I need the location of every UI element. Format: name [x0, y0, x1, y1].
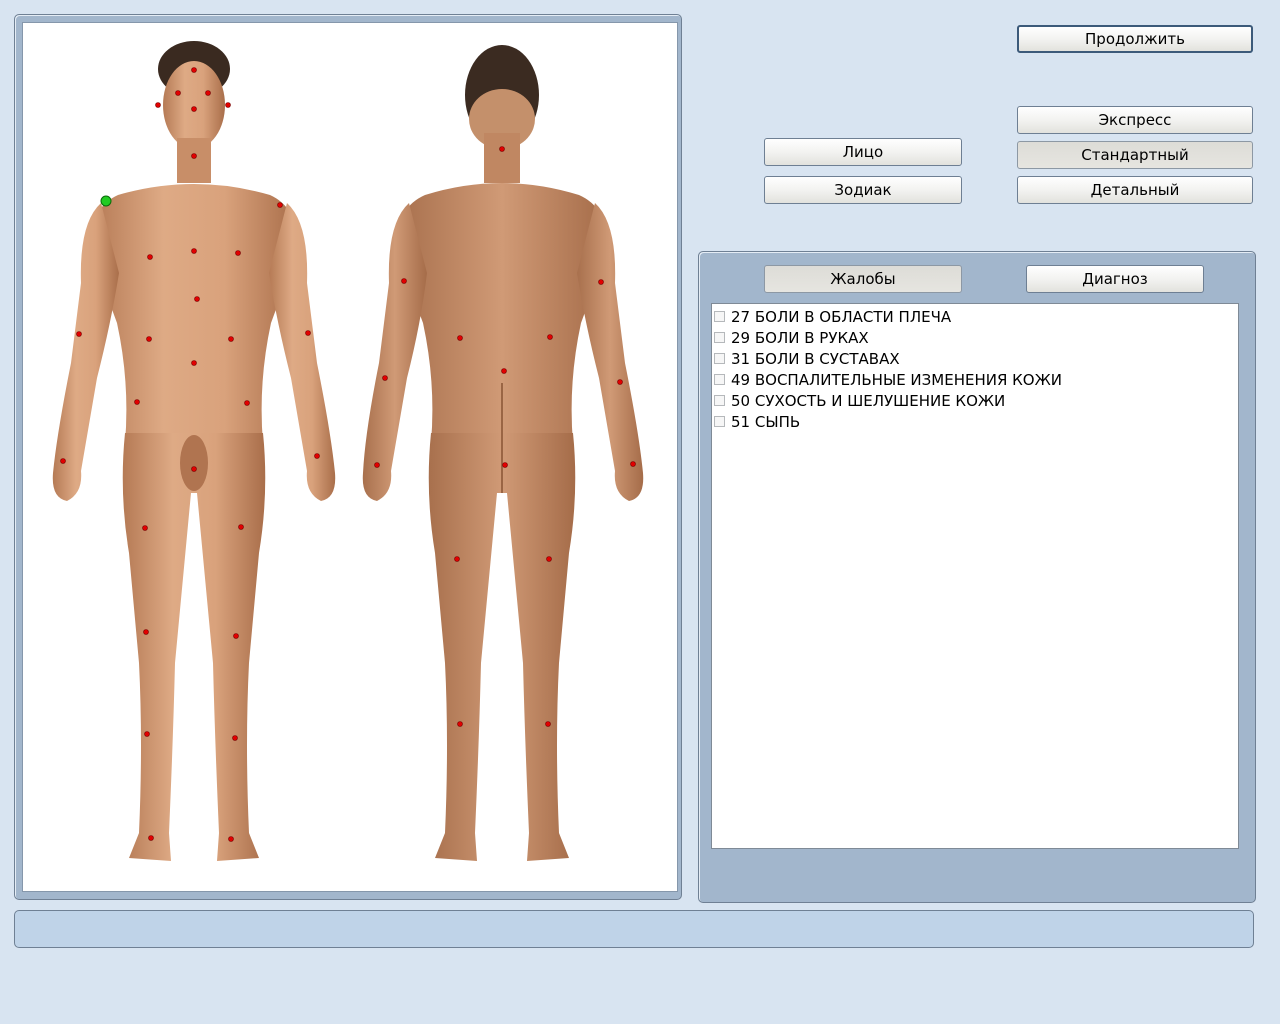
body-figures[interactable]: [23, 23, 677, 891]
back-body-figure[interactable]: [362, 45, 644, 861]
continue-button[interactable]: Продолжить: [1017, 25, 1253, 53]
point-marker: [457, 721, 463, 727]
point-marker: [205, 90, 211, 96]
list-item[interactable]: 29 БОЛИ В РУКАХ: [712, 327, 1238, 348]
complaint-label: 51 СЫПЬ: [731, 412, 801, 431]
complaint-label: 50 СУХОСТЬ И ШЕЛУШЕНИЕ КОЖИ: [731, 391, 1006, 410]
standard-button[interactable]: Стандартный: [1017, 141, 1253, 169]
point-marker: [314, 453, 320, 459]
point-marker: [155, 102, 161, 108]
complaint-label: 49 ВОСПАЛИТЕЛЬНЫЕ ИЗМЕНЕНИЯ КОЖИ: [731, 370, 1062, 389]
point-marker: [194, 296, 200, 302]
point-marker: [134, 399, 140, 405]
zodiac-button[interactable]: Зодиак: [764, 176, 962, 204]
point-marker: [60, 458, 66, 464]
point-marker: [502, 462, 508, 468]
point-marker: [228, 836, 234, 842]
body-map-canvas[interactable]: [22, 22, 678, 892]
express-button[interactable]: Экспресс: [1017, 106, 1253, 134]
point-marker: [175, 90, 181, 96]
point-marker: [146, 336, 152, 342]
complaint-label: 27 БОЛИ В ОБЛАСТИ ПЛЕЧА: [731, 307, 952, 326]
complaint-label: 29 БОЛИ В РУКАХ: [731, 328, 869, 347]
checkbox[interactable]: [714, 374, 725, 385]
point-marker: [191, 466, 197, 472]
checkbox[interactable]: [714, 311, 725, 322]
point-marker: [457, 335, 463, 341]
front-body-figure[interactable]: [52, 41, 336, 861]
point-marker: [382, 375, 388, 381]
point-marker: [148, 835, 154, 841]
point-marker: [147, 254, 153, 260]
point-marker: [547, 334, 553, 340]
point-marker: [454, 556, 460, 562]
point-marker: [191, 153, 197, 159]
point-marker: [144, 731, 150, 737]
list-item[interactable]: 27 БОЛИ В ОБЛАСТИ ПЛЕЧА: [712, 306, 1238, 327]
point-marker: [238, 524, 244, 530]
tab-complaints[interactable]: Жалобы: [764, 265, 962, 293]
point-marker: [232, 735, 238, 741]
point-marker: [143, 629, 149, 635]
list-item[interactable]: 49 ВОСПАЛИТЕЛЬНЫЕ ИЗМЕНЕНИЯ КОЖИ: [712, 369, 1238, 390]
point-marker: [499, 146, 505, 152]
checkbox[interactable]: [714, 395, 725, 406]
body-map-panel: [14, 14, 682, 900]
point-marker: [305, 330, 311, 336]
point-marker: [233, 633, 239, 639]
list-item[interactable]: 51 СЫПЬ: [712, 411, 1238, 432]
checkbox[interactable]: [714, 353, 725, 364]
point-marker: [501, 368, 507, 374]
checkbox[interactable]: [714, 416, 725, 427]
point-marker: [142, 525, 148, 531]
point-marker: [191, 248, 197, 254]
point-marker: [277, 202, 283, 208]
point-marker: [225, 102, 231, 108]
selected-point-marker: [100, 195, 112, 207]
complaints-list[interactable]: 27 БОЛИ В ОБЛАСТИ ПЛЕЧА 29 БОЛИ В РУКАХ …: [711, 303, 1239, 849]
point-marker: [545, 721, 551, 727]
point-marker: [76, 331, 82, 337]
point-marker: [630, 461, 636, 467]
point-marker: [598, 279, 604, 285]
point-marker: [191, 106, 197, 112]
face-button[interactable]: Лицо: [764, 138, 962, 166]
complaints-panel: Жалобы Диагноз 27 БОЛИ В ОБЛАСТИ ПЛЕЧА 2…: [698, 251, 1256, 903]
checkbox[interactable]: [714, 332, 725, 343]
point-marker: [235, 250, 241, 256]
point-marker: [546, 556, 552, 562]
point-marker: [617, 379, 623, 385]
list-item[interactable]: 50 СУХОСТЬ И ШЕЛУШЕНИЕ КОЖИ: [712, 390, 1238, 411]
point-marker: [191, 67, 197, 73]
point-marker: [191, 360, 197, 366]
point-marker: [244, 400, 250, 406]
point-marker: [228, 336, 234, 342]
point-marker: [401, 278, 407, 284]
tab-diagnosis[interactable]: Диагноз: [1026, 265, 1204, 293]
status-bar: [14, 910, 1254, 948]
complaint-label: 31 БОЛИ В СУСТАВАХ: [731, 349, 900, 368]
list-item[interactable]: 31 БОЛИ В СУСТАВАХ: [712, 348, 1238, 369]
detailed-button[interactable]: Детальный: [1017, 176, 1253, 204]
point-marker: [374, 462, 380, 468]
